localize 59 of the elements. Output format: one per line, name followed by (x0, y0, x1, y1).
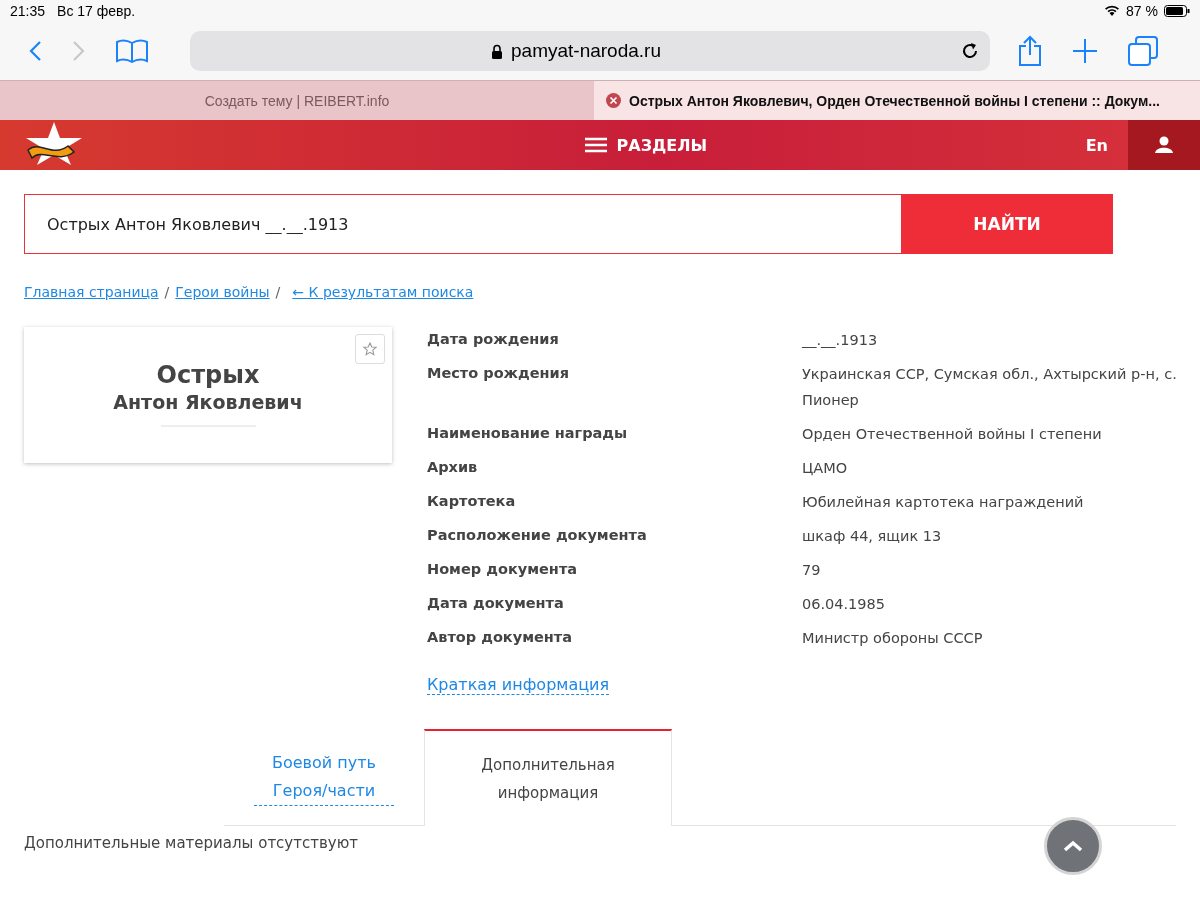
breadcrumb-link[interactable]: Герои войны (175, 284, 270, 300)
url-text: pamyat-naroda.ru (511, 40, 661, 62)
user-icon (1155, 136, 1173, 154)
detail-value: ЦАМО (802, 459, 849, 478)
detail-value: 79 (802, 561, 822, 580)
detail-label: Наименование награды (427, 425, 629, 443)
scroll-to-top-button[interactable] (1044, 817, 1102, 875)
back-icon[interactable] (28, 40, 42, 62)
detail-label: Номер документа (427, 561, 579, 579)
short-info-link[interactable]: Краткая информация (427, 675, 610, 695)
detail-label: Расположение документа (427, 527, 648, 545)
close-icon[interactable] (606, 93, 621, 108)
battery-icon (1164, 5, 1190, 17)
detail-label: Картотека (427, 493, 517, 511)
detail-value: 06.04.1985 (802, 595, 887, 614)
plus-icon[interactable] (1072, 38, 1098, 64)
person-name: Антон Яковлевич (113, 391, 303, 413)
status-date: Вс 17 февр. (57, 3, 136, 19)
battery-percent: 87 % (1126, 3, 1158, 19)
lock-icon (491, 43, 503, 59)
detail-value: Юбилейная картотека награждений (802, 493, 1085, 512)
back-to-results-link[interactable]: ← К результатам поиска (292, 284, 474, 300)
content-tab[interactable]: Дополнительная информация (424, 729, 672, 826)
detail-label: Место рождения (427, 365, 571, 383)
menu-icon (584, 137, 607, 153)
detail-value: шкаф 44, ящик 13 (802, 527, 943, 546)
detail-value: Украинская ССР, Сумская обл., Ахтырский р-н, с. Пионер (802, 365, 1178, 410)
person-surname: Острых (156, 361, 260, 389)
detail-label: Архив (427, 459, 479, 477)
browser-tab[interactable]: Острых Антон Яковлевич, Орден Отечественной войны I степени :: Докум... (594, 80, 1200, 120)
share-icon[interactable] (1018, 35, 1042, 67)
favorite-button[interactable] (355, 334, 385, 364)
detail-value: Министр обороны СССР (802, 629, 984, 648)
search-button[interactable]: НАЙТИ (901, 194, 1113, 254)
detail-label: Дата документа (427, 595, 565, 613)
browser-tab[interactable]: Создать тему | REIBERT.info (0, 80, 594, 120)
detail-value: Орден Отечественной войны I степени (802, 425, 1103, 444)
star-icon (363, 342, 377, 356)
reload-icon[interactable] (960, 41, 980, 61)
language-link[interactable]: En (1085, 135, 1108, 155)
address-bar[interactable]: pamyat-naroda.ru (190, 31, 990, 71)
user-button[interactable] (1128, 120, 1200, 170)
detail-label: Дата рождения (427, 331, 560, 349)
chevron-up-icon (1063, 840, 1083, 852)
wifi-icon (1104, 5, 1121, 17)
breadcrumb-separator: / (275, 284, 281, 300)
book-icon[interactable] (116, 39, 148, 63)
status-time: 21:35 (10, 3, 46, 19)
tabs-icon[interactable] (1128, 36, 1158, 66)
breadcrumb-link[interactable]: Главная страница (24, 284, 159, 300)
content-tab[interactable]: Боевой путь Героя/части (224, 729, 424, 826)
tab-content-text: Дополнительные материалы отсутствуют (24, 834, 359, 852)
tab-title: Острых Антон Яковлевич, Орден Отечественной войны I степени :: Докум... (629, 92, 1160, 109)
tab-title: Создать тему | REIBERT.info (204, 92, 390, 109)
sections-menu-button[interactable]: РАЗДЕЛЫ (578, 134, 714, 156)
detail-value: __.__.1913 (802, 331, 879, 350)
detail-label: Автор документа (427, 629, 574, 647)
breadcrumb-separator: / (164, 284, 170, 300)
search-field[interactable]: Острых Антон Яковлевич __.__.1913 (24, 194, 901, 254)
